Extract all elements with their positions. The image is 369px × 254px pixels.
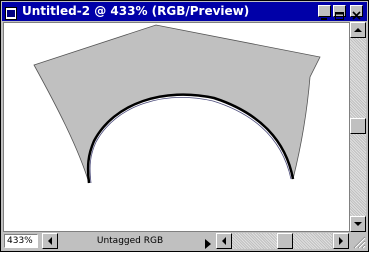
arrow-right-icon (339, 237, 343, 245)
horizontal-scroll-thumb[interactable] (277, 233, 293, 249)
vertical-scroll-thumb[interactable] (350, 118, 366, 134)
title-bar[interactable]: Untitled-2 @ 433% (RGB/Preview) (2, 2, 367, 21)
scroll-right-button[interactable] (333, 233, 349, 249)
close-icon (352, 11, 361, 20)
maximize-button[interactable] (333, 5, 346, 20)
profile-menu-button[interactable] (202, 235, 214, 249)
arrow-left-icon (48, 237, 52, 245)
triangle-right-icon (205, 239, 211, 249)
arrow-up-icon (354, 28, 362, 32)
zoom-level-field[interactable]: 433% (4, 234, 38, 248)
resize-grip-icon (353, 236, 366, 249)
document-window: Untitled-2 @ 433% (RGB/Preview) 433% Unt… (0, 0, 369, 252)
maximize-icon (335, 12, 344, 20)
resize-grip[interactable] (350, 233, 366, 250)
scroll-left-button-2[interactable] (216, 233, 232, 249)
minimize-button[interactable] (318, 5, 331, 20)
close-button[interactable] (350, 5, 363, 20)
scroll-down-button[interactable] (350, 216, 366, 232)
document-icon (5, 5, 17, 20)
gray-shape (33, 24, 321, 184)
window-title: Untitled-2 @ 433% (RGB/Preview) (22, 4, 250, 18)
image-canvas[interactable] (3, 22, 350, 232)
scroll-up-button[interactable] (350, 22, 366, 38)
vertical-scrollbar[interactable] (350, 22, 366, 232)
artwork (33, 24, 321, 184)
arrow-down-icon (354, 222, 362, 226)
status-bar: 433% Untagged RGB (2, 233, 349, 250)
minimize-icon (321, 18, 327, 20)
arrow-left-icon (222, 237, 226, 245)
document-profile-label[interactable]: Untagged RGB (60, 234, 200, 248)
scroll-left-button[interactable] (42, 233, 58, 249)
